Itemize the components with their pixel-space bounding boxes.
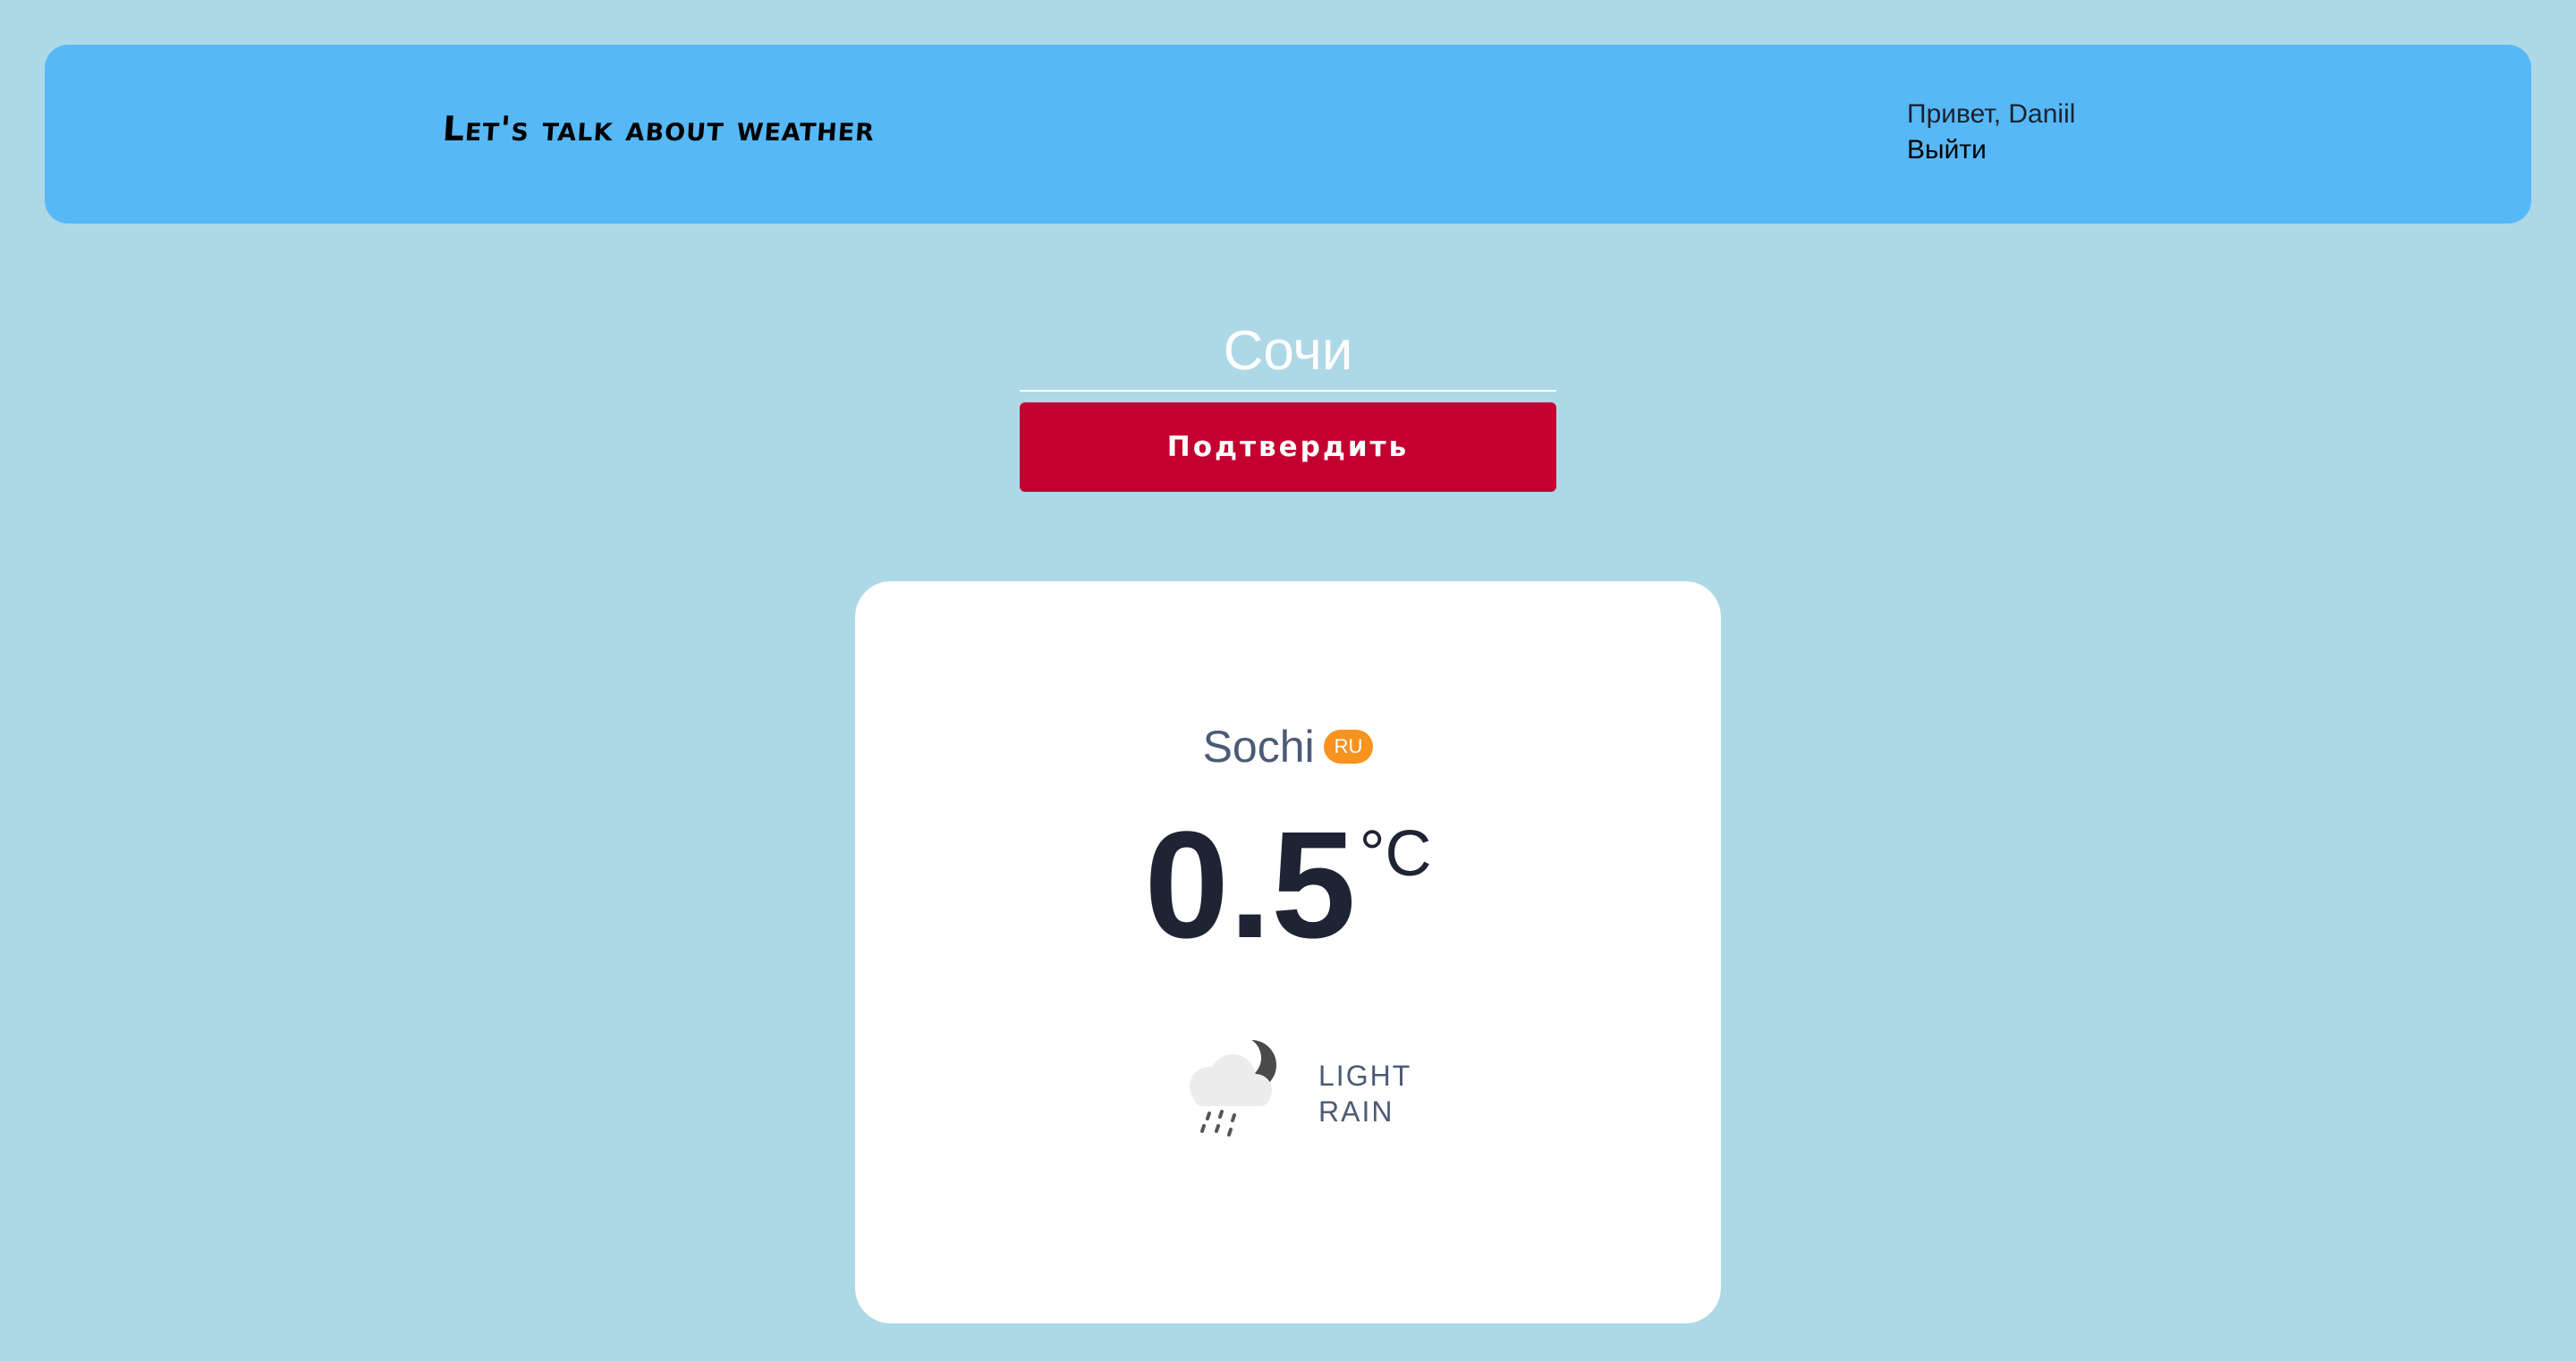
weather-condition: LIGHT RAIN bbox=[1318, 1060, 1411, 1128]
temperature-value: 0.5 bbox=[1144, 800, 1356, 970]
user-menu: Привет, Daniil Выйти bbox=[1907, 97, 2075, 168]
country-badge: RU bbox=[1323, 730, 1374, 764]
condition-row: LIGHT RAIN bbox=[1177, 1033, 1445, 1140]
confirm-button[interactable]: Подтвердить bbox=[1020, 402, 1556, 492]
location-row: Sochi RU bbox=[855, 715, 1721, 778]
city-search-input[interactable] bbox=[1020, 311, 1556, 392]
temperature-row: 0.5°C bbox=[855, 805, 1721, 966]
app-header bbox=[45, 45, 2531, 224]
logout-link[interactable]: Выйти bbox=[1907, 132, 1987, 168]
weather-card: Sochi RU 0.5°C LIGHT RAIN bbox=[855, 581, 1721, 1323]
temperature-unit: °C bbox=[1359, 818, 1432, 890]
user-greeting: Привет, Daniil bbox=[1907, 99, 2076, 129]
brand-logo-text: Let's talk about weather bbox=[441, 109, 877, 148]
city-name: Sochi bbox=[1202, 722, 1315, 772]
cloud-moon-rain-icon bbox=[1190, 1036, 1276, 1137]
